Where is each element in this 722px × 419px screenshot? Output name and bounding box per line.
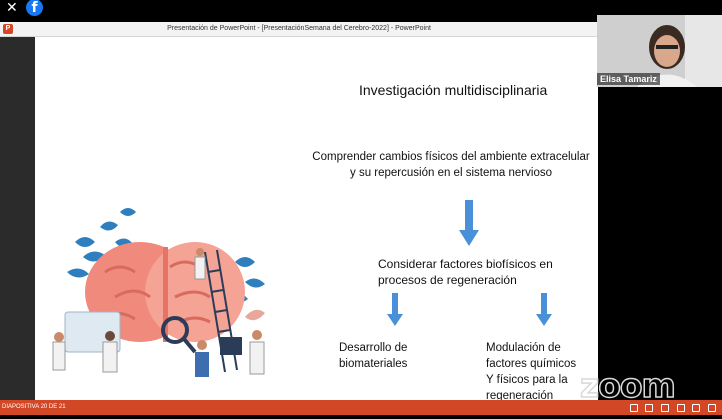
text-line: procesos de regeneración [378,273,517,287]
close-icon[interactable]: ✕ [6,0,18,16]
slide-sorter-icon[interactable] [645,404,654,412]
window-title: Presentación de PowerPoint - [Presentaci… [167,25,431,32]
participant-video[interactable]: Elisa Tamariz [597,15,722,87]
slide: Investigación multidisciplinaria Compren… [35,37,601,402]
text-line: y su repercusión en el sistema nervioso [350,167,552,179]
participant-name: Elisa Tamariz [597,73,660,85]
slide-title: Investigación multidisciplinaria [359,82,548,98]
powerpoint-statusbar: DIAPOSITIVA 20 DE 21 [0,400,722,415]
arrow-down-icon [387,293,403,326]
powerpoint-window: P Presentación de PowerPoint - [Presenta… [0,22,601,402]
window-titlebar: P Presentación de PowerPoint - [Presenta… [0,22,598,37]
text-line: biomateriales [339,358,408,370]
facebook-icon[interactable]: f [26,0,43,16]
slide-counter: DIAPOSITIVA 20 DE 21 [2,404,66,410]
text-line: Desarrollo de [339,342,408,354]
device-icon [220,337,242,355]
brain-illustration [52,208,265,377]
slide-area: Investigación multidisciplinaria Compren… [0,37,601,402]
zoom-in-icon[interactable] [708,404,716,412]
arrow-down-icon [536,293,552,326]
slideshow-icon[interactable] [676,404,685,412]
zoom-out-icon[interactable] [692,404,701,412]
powerpoint-logo-icon: P [3,24,13,34]
view-controls [624,404,716,419]
text-block-biophysical: Considerar factores biofísicos en proces… [378,256,553,288]
reading-view-icon[interactable] [660,404,669,412]
text-block-biomaterials: Desarrollo de biomateriales [339,340,407,372]
normal-view-icon[interactable] [629,404,638,412]
arrow-down-icon [459,200,479,246]
text-block-extracellular: Comprender cambios físicos del ambiente … [301,149,601,181]
text-line: Considerar factores biofísicos en [378,257,553,271]
text-line: Comprender cambios físicos del ambiente … [312,151,590,163]
